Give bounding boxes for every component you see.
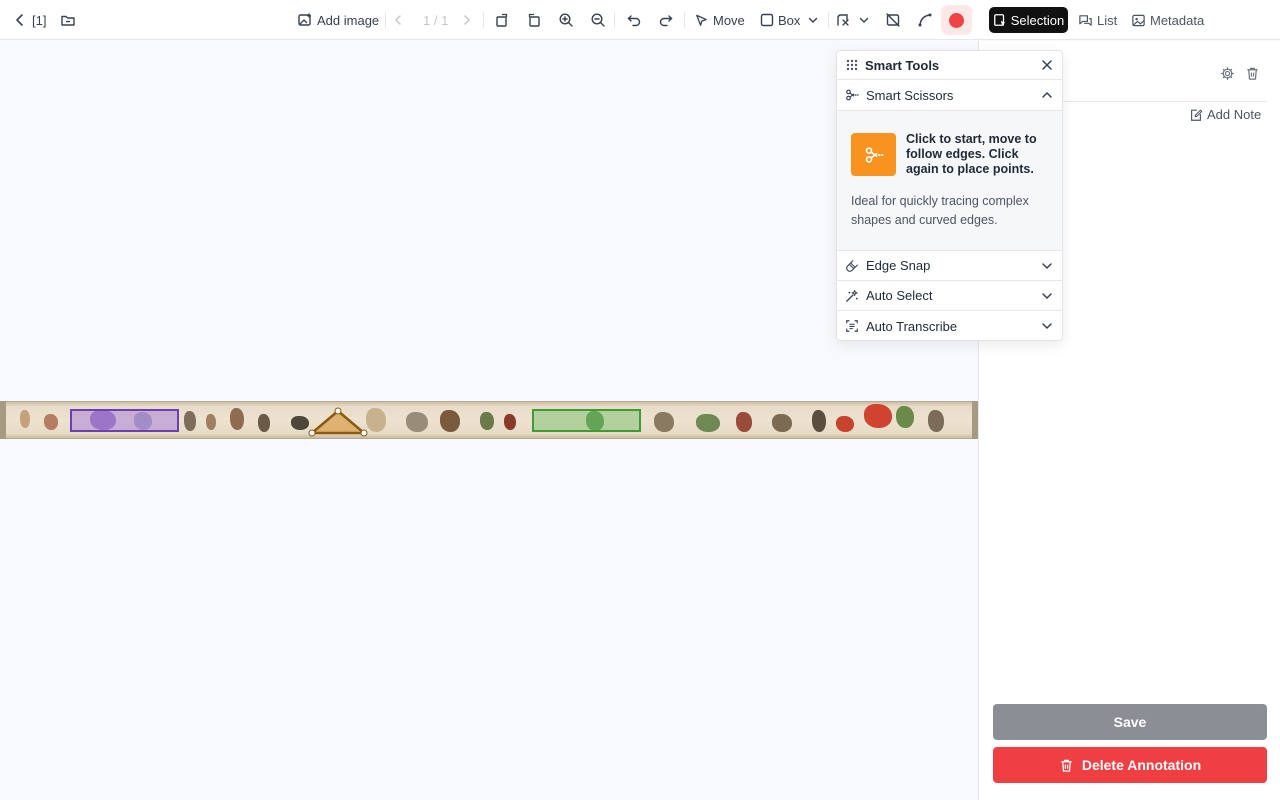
scan-text-icon xyxy=(846,320,858,332)
list-tab[interactable]: List xyxy=(1078,0,1117,40)
chevron-down-icon[interactable] xyxy=(1040,289,1054,303)
edit-note-icon xyxy=(1191,109,1203,121)
auto-transcribe-section[interactable]: Auto Transcribe xyxy=(837,311,1062,340)
smart-scissors-section[interactable]: Smart Scissors xyxy=(837,80,1062,111)
rotate-left-icon[interactable] xyxy=(490,0,514,40)
chevron-down-icon[interactable] xyxy=(1040,259,1054,273)
trash-icon[interactable] xyxy=(1243,64,1261,82)
annotation-polygon-selected[interactable] xyxy=(306,405,370,441)
smart-scissors-help: Click to start, move to follow edges. Cl… xyxy=(837,111,1062,251)
drag-handle-icon[interactable] xyxy=(846,59,858,71)
chevron-down-icon[interactable] xyxy=(1040,319,1054,333)
edge-snap-section[interactable]: Edge Snap xyxy=(837,251,1062,281)
comments-icon xyxy=(1079,14,1092,26)
toolbar-divider xyxy=(684,12,685,28)
smart-tools-header[interactable]: Smart Tools xyxy=(837,51,1062,80)
magnet-icon xyxy=(846,259,858,272)
image-canvas[interactable] xyxy=(0,41,978,800)
smart-scissors-description: Ideal for quickly tracing complex shapes… xyxy=(851,194,1029,227)
auto-select-section[interactable]: Auto Select xyxy=(837,281,1062,311)
move-tool-label: Move xyxy=(713,12,745,28)
smart-tools-panel: Smart Tools Smart Scissors Click to star… xyxy=(836,50,1063,341)
back-chevron-icon[interactable] xyxy=(8,0,32,40)
image-icon xyxy=(1132,14,1145,26)
save-button[interactable]: Save xyxy=(993,704,1267,740)
add-note-button[interactable]: Add Note xyxy=(1189,107,1261,122)
box-tool-button[interactable]: Box xyxy=(760,0,800,40)
square-icon xyxy=(760,13,774,27)
gear-icon[interactable] xyxy=(1218,64,1236,82)
cursor-icon xyxy=(696,14,707,26)
toolbar-divider xyxy=(614,12,615,28)
zoom-in-icon[interactable] xyxy=(554,0,578,40)
next-page-icon[interactable] xyxy=(455,0,479,40)
auto-select-label: Auto Select xyxy=(866,288,933,303)
smart-scissors-instructions: Click to start, move to follow edges. Cl… xyxy=(906,132,1037,176)
add-image-icon xyxy=(298,13,311,26)
add-image-label: Add image xyxy=(317,12,380,28)
box-dropdown-chevron-icon[interactable] xyxy=(801,0,825,40)
magic-wand-icon xyxy=(846,289,858,302)
chevron-up-icon[interactable] xyxy=(1040,88,1054,102)
box-tool-label: Box xyxy=(778,12,801,28)
add-image-button[interactable]: Add image xyxy=(297,0,379,40)
trash-icon xyxy=(1061,759,1072,772)
metadata-tab-label: Metadata xyxy=(1150,12,1205,28)
undo-icon[interactable] xyxy=(622,0,646,40)
scissors-icon xyxy=(851,133,896,176)
annotation-box-green[interactable] xyxy=(532,409,641,432)
prev-page-icon[interactable] xyxy=(386,0,410,40)
toolbar-divider xyxy=(828,12,829,28)
rotate-right-icon[interactable] xyxy=(522,0,546,40)
color-swatch xyxy=(949,12,964,28)
add-note-label: Add Note xyxy=(1207,107,1262,122)
selection-tab-label: Selection xyxy=(1010,12,1065,28)
selection-tab[interactable]: Selection xyxy=(989,7,1068,33)
zoom-out-icon[interactable] xyxy=(586,0,610,40)
toolbar-divider xyxy=(483,12,484,28)
sidebar-divider xyxy=(1063,101,1267,102)
annotation-box-purple[interactable] xyxy=(70,409,179,432)
color-picker-button[interactable] xyxy=(941,5,972,35)
scissors-icon xyxy=(846,89,859,101)
auto-transcribe-label: Auto Transcribe xyxy=(866,318,958,334)
metadata-tab[interactable]: Metadata xyxy=(1131,0,1204,40)
move-tool-button[interactable]: Move xyxy=(694,0,745,40)
top-toolbar: [1] Add image 1 / 1 Move Box Selection L… xyxy=(0,0,1280,40)
page-count-label[interactable]: [1] xyxy=(32,0,46,40)
smart-tools-title: Smart Tools xyxy=(865,57,940,73)
delete-annotation-button[interactable]: Delete Annotation xyxy=(993,747,1267,783)
smart-tools-chevron-icon[interactable] xyxy=(852,0,876,40)
hide-annotations-icon[interactable] xyxy=(881,0,905,40)
curve-path-icon[interactable] xyxy=(913,0,937,40)
folder-icon[interactable] xyxy=(56,0,80,40)
delete-annotation-label: Delete Annotation xyxy=(1081,757,1202,773)
edge-snap-label: Edge Snap xyxy=(866,258,931,273)
close-icon[interactable] xyxy=(1040,58,1054,72)
redo-icon[interactable] xyxy=(654,0,678,40)
page-indicator: 1 / 1 xyxy=(423,12,449,28)
list-tab-label: List xyxy=(1097,12,1118,28)
smart-scissors-label: Smart Scissors xyxy=(866,87,954,103)
selection-icon xyxy=(993,14,1005,26)
